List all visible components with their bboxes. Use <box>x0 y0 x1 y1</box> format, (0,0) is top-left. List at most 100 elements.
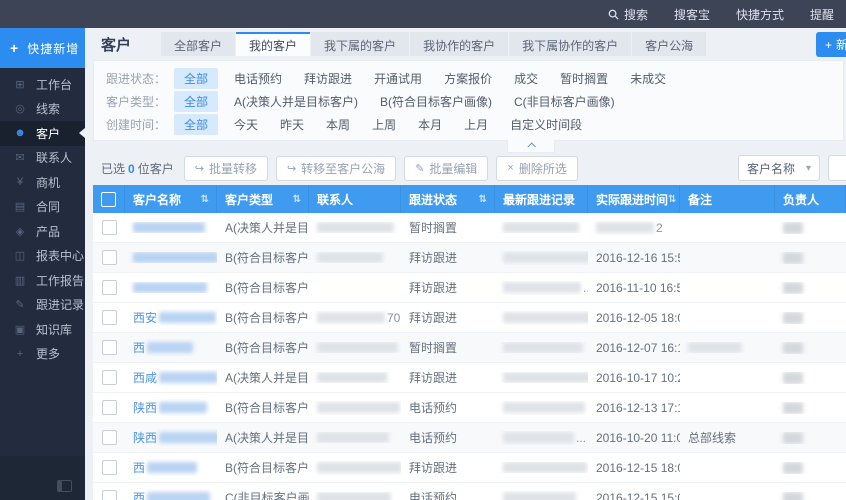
redacted-contact <box>317 402 400 413</box>
row-checkbox[interactable] <box>101 460 117 475</box>
filter-option[interactable]: C(非目标客户画像) <box>514 93 615 110</box>
filter-option-selected[interactable]: 全部 <box>174 114 219 135</box>
row-checkbox[interactable] <box>101 220 117 235</box>
table-row[interactable]: A(决策人并是目... 暂时搁置 2 <box>93 213 846 243</box>
filter-option[interactable]: 暂时搁置 <box>560 70 608 87</box>
tab-6[interactable]: 客户公海 <box>632 32 707 56</box>
customer-name-cell[interactable]: 西安 <box>125 309 217 326</box>
table-row[interactable]: 西 B(符合目标客户...... 拜访跟进 2016-12-15 18:08 <box>93 453 846 483</box>
customer-name-cell[interactable] <box>125 252 217 263</box>
customer-name-cell[interactable]: 陕西 <box>125 429 217 446</box>
search-field-dropdown[interactable]: 客户名称 ▾ <box>738 155 820 181</box>
redacted-name <box>133 282 207 293</box>
clue-icon: ◎ <box>15 103 25 116</box>
table-row[interactable]: 西 C(非目标客户画... 电话预约... 2016-12-15 15:08 <box>93 483 846 500</box>
table-row[interactable]: B(符合目标客户... 拜访跟进... 2016-12-16 15:56 <box>93 243 846 273</box>
sidebar-item-clue[interactable]: ◎ 线索 <box>0 97 85 122</box>
bulk-button-label: 删除所选 <box>518 161 567 176</box>
sort-icon[interactable]: ⇅ <box>479 194 487 205</box>
search-input[interactable] <box>828 155 846 181</box>
customer-name-cell[interactable]: 西 <box>125 489 217 500</box>
filter-option[interactable]: 方案报价 <box>444 70 492 87</box>
row-checkbox[interactable] <box>101 370 117 385</box>
bulk-button-transfer-0[interactable]: ↪ 批量转移 <box>183 155 268 181</box>
sidebar-collapse-icon[interactable] <box>57 480 72 492</box>
filter-option[interactable]: 上月 <box>464 116 488 133</box>
row-checkbox[interactable] <box>101 430 117 445</box>
sort-icon[interactable]: ⇅ <box>293 194 301 205</box>
customer-name-cell[interactable]: 陕西 <box>125 399 217 416</box>
sidebar-item-reports[interactable]: ◫ 报表中心 <box>0 244 85 269</box>
table-row[interactable]: 陕西 A(决策人并是目... 电话预约... 2016-10-20 11:06 总部线索 <box>93 423 846 453</box>
column-header-label: 跟进状态 <box>409 192 458 207</box>
follow-time-cell: 2016-12-13 17:14 <box>596 400 680 415</box>
sidebar-item-contract[interactable]: ▤ 合同 <box>0 195 85 220</box>
sidebar-item-opportunity[interactable]: ¥ 商机 <box>0 170 85 195</box>
bulk-button-transfer-1[interactable]: ↪ 转移至客户公海 <box>275 155 397 181</box>
column-header: 联系人 <box>309 185 401 213</box>
filter-option[interactable]: 未成交 <box>630 70 666 87</box>
row-checkbox[interactable] <box>101 340 117 355</box>
row-checkbox[interactable] <box>101 310 117 325</box>
filter-option[interactable]: 成交 <box>514 70 538 87</box>
topbar-item-2[interactable]: 快捷方式 <box>736 6 784 23</box>
sort-icon[interactable]: ⇅ <box>668 194 676 205</box>
select-all-checkbox[interactable] <box>101 191 116 207</box>
filter-option[interactable]: A(决策人并是目标客户) <box>234 93 358 110</box>
filter-option[interactable]: 今天 <box>234 116 258 133</box>
customer-name-cell[interactable] <box>125 282 217 293</box>
filter-option[interactable]: 上周 <box>372 116 396 133</box>
filter-option[interactable]: 本月 <box>418 116 442 133</box>
redacted-record <box>503 342 583 353</box>
sidebar-item-contacts[interactable]: ✉ 联系人 <box>0 146 85 171</box>
bulk-button-label: 批量转移 <box>208 161 257 176</box>
tab-2[interactable]: 我的客户 <box>236 32 311 56</box>
sidebar-item-customers[interactable]: ☻ 客户 <box>0 121 85 146</box>
row-checkbox[interactable] <box>101 250 117 265</box>
customer-name-cell[interactable]: 西 <box>125 339 217 356</box>
filter-option[interactable]: 电话预约 <box>234 70 282 87</box>
sidebar-item-dashboard[interactable]: ⊞ 工作台 <box>0 72 85 97</box>
tab-1[interactable]: 全部客户 <box>161 32 236 56</box>
latest-record-cell: ... <box>495 251 588 265</box>
contact-cell <box>309 492 401 500</box>
table-row[interactable]: B(符合目标客户... 拜访跟进... 2016-11-10 16:58 <box>93 273 846 303</box>
sidebar-item-follow-record[interactable]: ✎ 跟进记录 <box>0 293 85 318</box>
table-row[interactable]: 西安 B(符合目标客户... 70... 拜访跟进... 2016-12-05 18:0… <box>93 303 846 333</box>
tab-5[interactable]: 我下属协作的客户 <box>509 32 632 56</box>
filter-option[interactable]: B(符合目标客户画像) <box>380 93 492 110</box>
customer-name-cell[interactable]: 西 <box>125 459 217 476</box>
row-checkbox[interactable] <box>101 490 117 500</box>
add-customer-button[interactable]: + 新增 <box>816 32 846 57</box>
tab-4[interactable]: 我协作的客户 <box>410 32 509 56</box>
customer-name-cell[interactable] <box>125 222 217 233</box>
sort-icon[interactable]: ⇅ <box>201 194 209 205</box>
row-checkbox[interactable] <box>101 400 117 415</box>
sidebar-item-product[interactable]: ◈ 产品 <box>0 219 85 244</box>
quick-add-button[interactable]: + 快捷新增 <box>0 28 85 68</box>
sidebar-item-more[interactable]: + 更多 <box>0 342 85 367</box>
customer-name-cell[interactable]: 西咸 <box>125 369 217 386</box>
row-checkbox[interactable] <box>101 280 117 295</box>
sidebar-item-label: 报表中心 <box>36 249 85 264</box>
topbar-item-1[interactable]: 搜客宝 <box>674 6 710 23</box>
filter-option-selected[interactable]: 全部 <box>174 91 219 112</box>
filter-option[interactable]: 自定义时间段 <box>510 116 582 133</box>
filter-option[interactable]: 昨天 <box>280 116 304 133</box>
sidebar-item-knowledge[interactable]: ▣ 知识库 <box>0 317 85 342</box>
filter-option[interactable]: 拜访跟进 <box>304 70 352 87</box>
topbar-item-3[interactable]: 提醒 <box>810 6 834 23</box>
contact-cell: ... <box>309 461 401 475</box>
filter-option[interactable]: 开通试用 <box>374 70 422 87</box>
table-row[interactable]: 陕西 B(符合目标客户...... 电话预约... 2016-12-13 17:14 <box>93 393 846 423</box>
transfer-icon: ↪ <box>194 162 204 175</box>
topbar-item-search[interactable]: 搜索 <box>608 6 648 23</box>
filter-option[interactable]: 本周 <box>326 116 350 133</box>
sidebar-item-work-report[interactable]: ▥ 工作报告 <box>0 268 85 293</box>
tab-3[interactable]: 我下属的客户 <box>311 32 410 56</box>
table-row[interactable]: 西 B(符合目标客户... 暂时搁置 2016-12-07 16:10 <box>93 333 846 363</box>
bulk-button-delete-3[interactable]: × 删除所选 <box>496 155 578 181</box>
bulk-button-edit-2[interactable]: ✎ 批量编辑 <box>404 155 489 181</box>
filter-option-selected[interactable]: 全部 <box>174 68 219 89</box>
table-row[interactable]: 西咸 A(决策人并是目... 拜访跟进 2016-10-17 10:24 <box>93 363 846 393</box>
